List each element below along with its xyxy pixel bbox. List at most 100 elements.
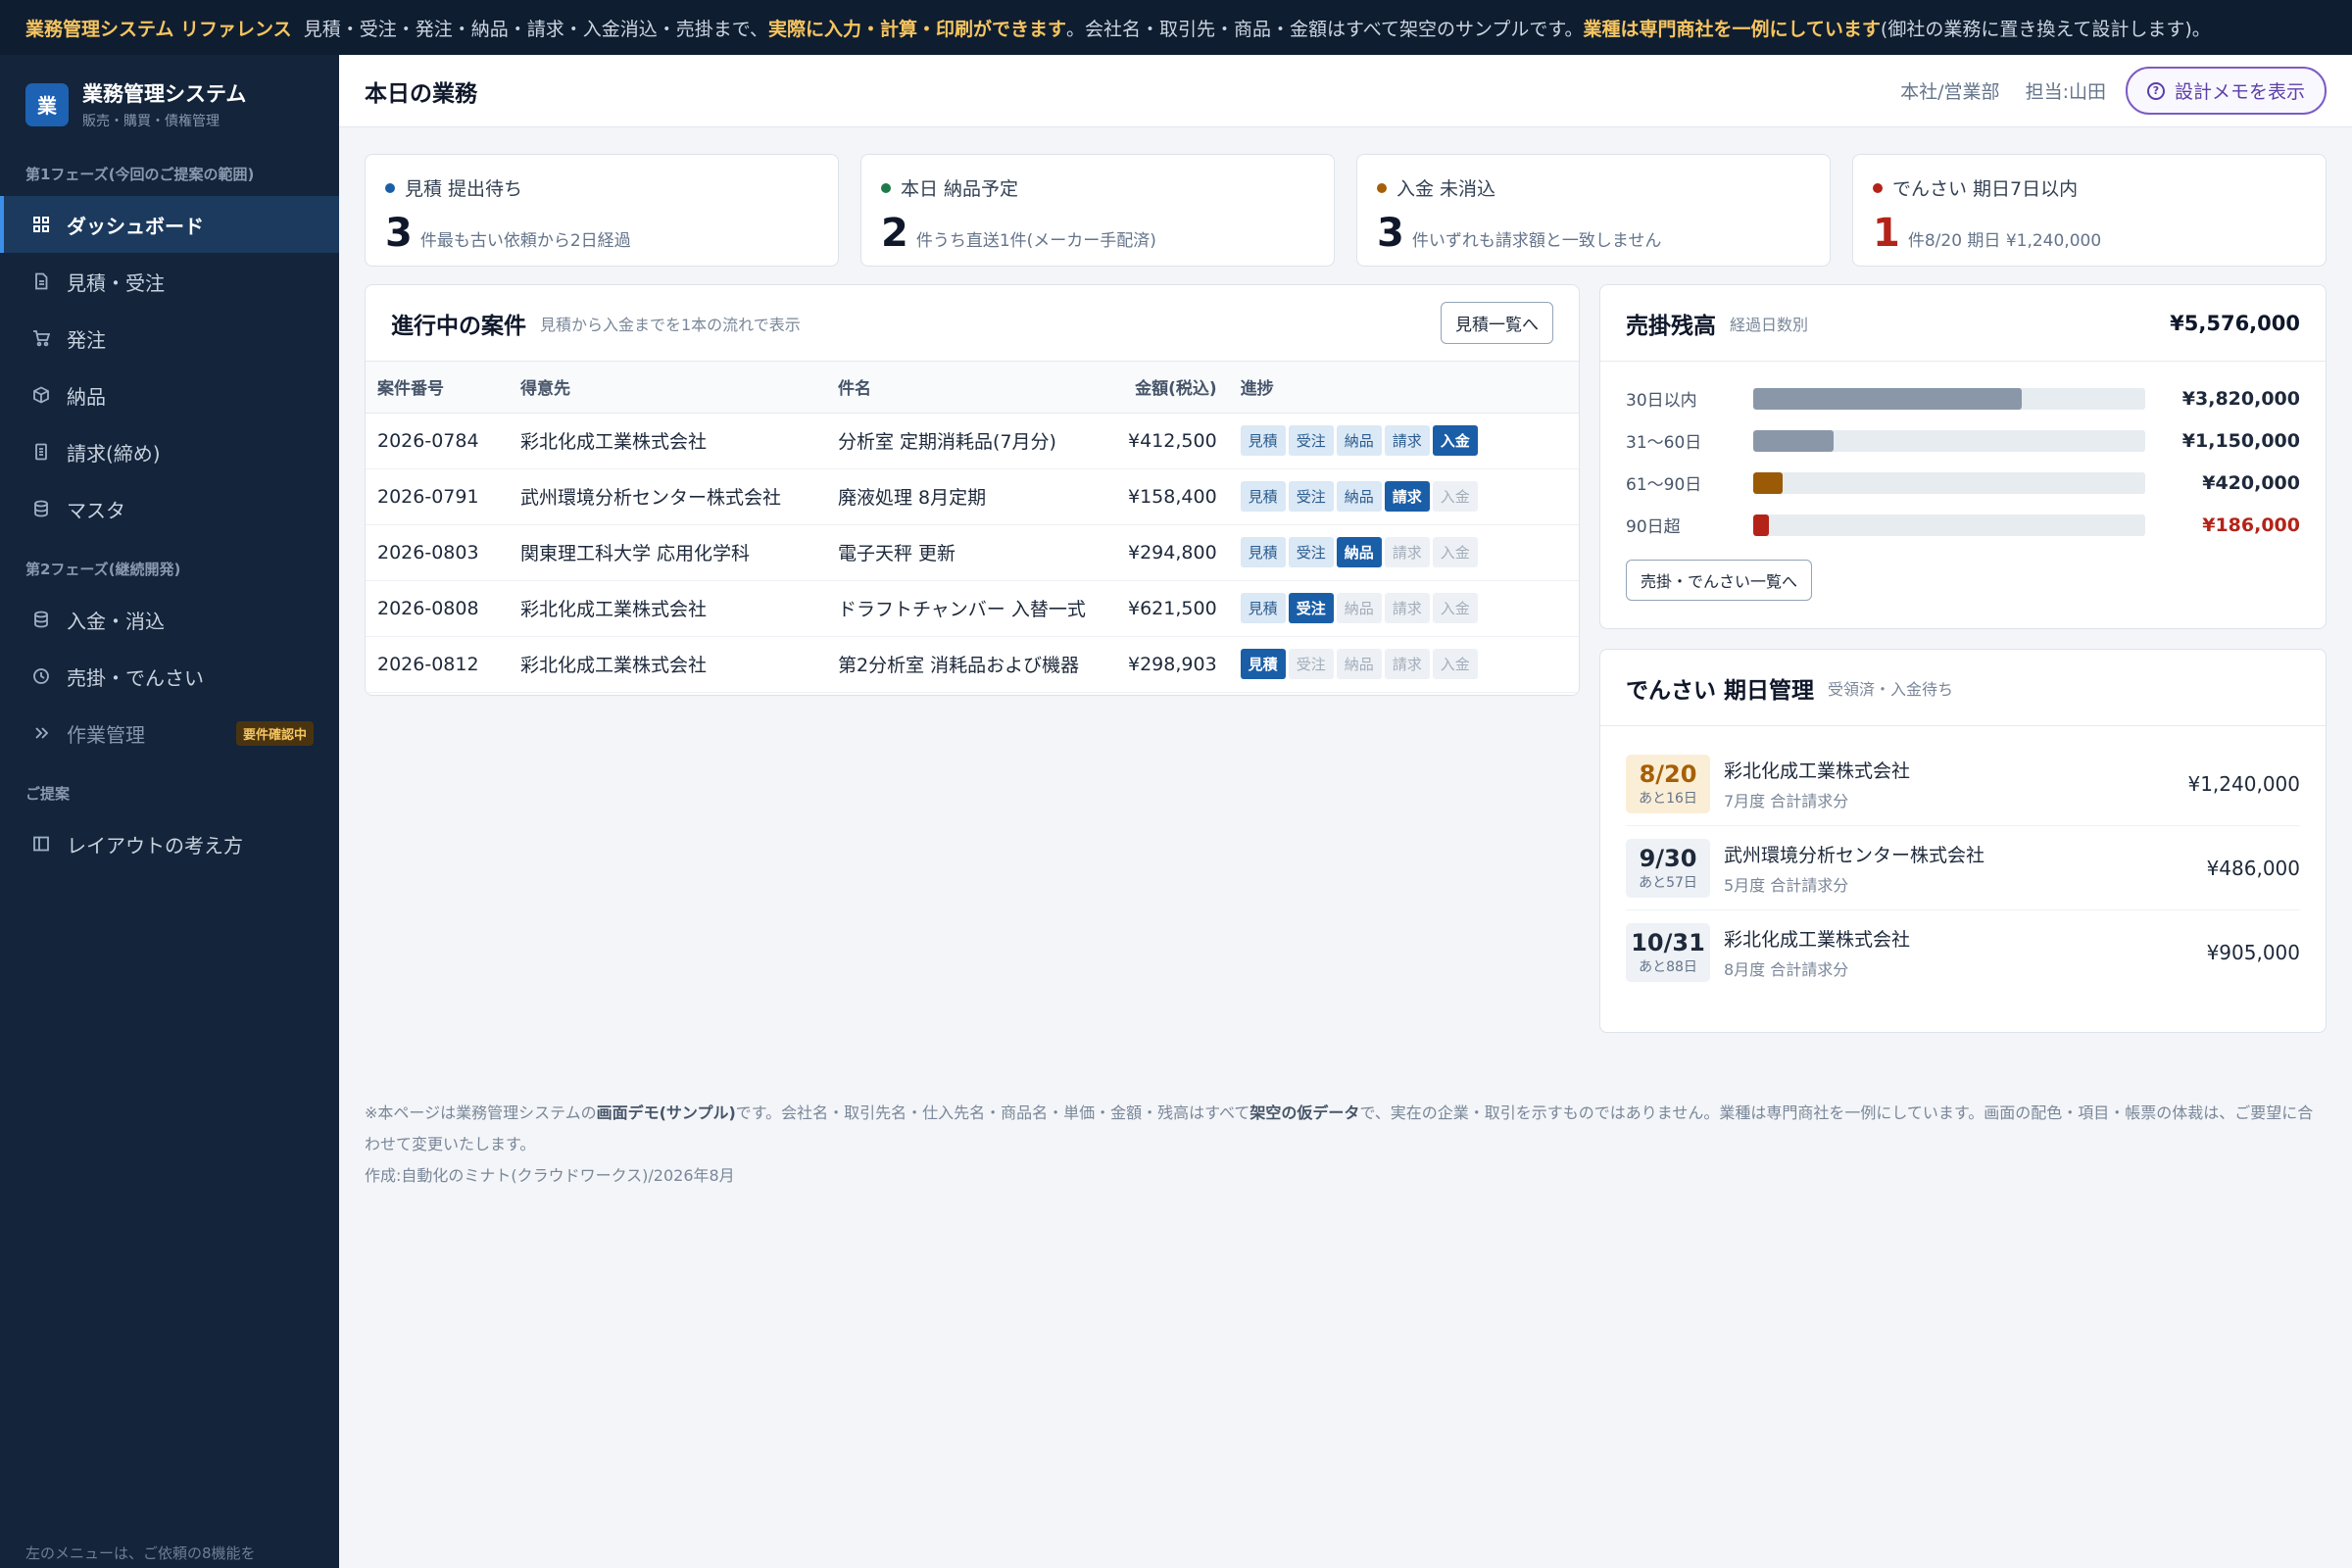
stat-card-densai-due[interactable]: でんさい 期日7日以内 1 件8/20 期日 ¥1,240,000: [1852, 154, 2327, 267]
customer-name: 武州環境分析センター株式会社: [509, 468, 826, 525]
sidebar-item-purchase[interactable]: 発注: [0, 310, 339, 367]
table-row[interactable]: 2026-0791 武州環境分析センター株式会社 廃液処理 8月定期 ¥158,400…: [366, 468, 1579, 525]
progress-step: 受注: [1288, 537, 1334, 567]
sidebar-item-delivery[interactable]: 納品: [0, 367, 339, 423]
credit: 作成:自動化のミナト(クラウドワークス)/2026年8月: [365, 1166, 735, 1185]
aging-bar-track: [1753, 514, 2145, 536]
case-number: 2026-0803: [366, 524, 509, 581]
design-memo-label: 設計メモを表示: [2174, 81, 2305, 103]
brand[interactable]: 業 業務管理システム 販売・購買・債権管理: [0, 55, 339, 158]
banner-text: (御社の業務に置き換えて設計します)。: [1880, 18, 2211, 40]
database-icon: [31, 610, 51, 629]
progress-steps: 見積 受注 納品 請求 入金: [1228, 468, 1579, 525]
receivables-list-button[interactable]: 売掛・でんさい一覧へ: [1626, 560, 1813, 601]
aging-label: 61〜90日: [1626, 475, 1702, 495]
progress-step: 受注: [1288, 425, 1334, 456]
sidebar-footer-note: 左のメニューは、ご依頼の8機能を: [25, 1544, 256, 1562]
due-amount: ¥1,240,000: [2187, 771, 2300, 796]
list-item[interactable]: 10/31 あと88日 彩北化成工業株式会社 8月度 合計請求分 ¥905,000: [1626, 910, 2300, 995]
status-badge: 要件確認中: [235, 720, 314, 746]
amount: ¥621,500: [1116, 580, 1229, 637]
progress-step: 入金: [1432, 593, 1478, 623]
sidebar-item-receivables[interactable]: 売掛・でんさい: [0, 648, 339, 705]
status-dot: [881, 182, 891, 193]
status-dot: [385, 182, 395, 193]
due-date-badge: 9/30 あと57日: [1626, 838, 1710, 898]
section-phase2: 第2フェーズ(継続開発): [25, 561, 181, 578]
list-item[interactable]: 9/30 あと57日 武州環境分析センター株式会社 5月度 合計請求分 ¥486,000: [1626, 826, 2300, 910]
due-date: 9/30: [1639, 844, 1697, 872]
due-date-badge: 8/20 あと16日: [1626, 754, 1710, 813]
progress-steps: 見積 受注 納品 請求 入金: [1228, 636, 1579, 693]
progress-step: 納品: [1336, 425, 1382, 456]
aging-bar-track: [1753, 429, 2145, 452]
progress-steps: 見積 受注 納品 請求 入金: [1228, 413, 1579, 469]
sidebar-item-label: 入金・消込: [67, 609, 165, 633]
list-item[interactable]: 8/20 あと16日 彩北化成工業株式会社 7月度 合計請求分 ¥1,240,000: [1626, 742, 2300, 826]
stat-card-deliveries[interactable]: 本日 納品予定 2 件うち直送1件(メーカー手配済): [860, 154, 1335, 267]
panel-title: でんさい 期日管理: [1626, 677, 1815, 704]
aging-label: 90日超: [1626, 517, 1681, 537]
table-row[interactable]: 2026-0812 彩北化成工業株式会社 第2分析室 消耗品および機器 ¥298,90…: [366, 636, 1579, 693]
sidebar-item-label: 発注: [67, 327, 106, 352]
stat-label: でんさい 期日7日以内: [1892, 178, 2079, 200]
progress-step: 請求: [1384, 649, 1430, 679]
receivables-total: ¥5,576,000: [2170, 311, 2300, 335]
stat-number: 3: [1377, 211, 1404, 256]
progress-step: 請求: [1384, 481, 1430, 512]
aging-value: ¥1,150,000: [2181, 429, 2300, 452]
customer-name: 彩北化成工業株式会社: [509, 580, 826, 637]
sidebar-item-work-management[interactable]: 作業管理 要件確認中: [0, 705, 339, 761]
banner-highlight: 実際に入力・計算・印刷ができます: [768, 18, 1067, 40]
sidebar-item-payment[interactable]: 入金・消込: [0, 591, 339, 648]
section-proposal: ご提案: [25, 785, 71, 803]
due-amount: ¥905,000: [2206, 941, 2300, 964]
progress-step: 受注: [1288, 649, 1334, 679]
cart-icon: [31, 328, 51, 348]
customer-name: 彩北化成工業株式会社: [509, 413, 826, 469]
sidebar-item-layout[interactable]: レイアウトの考え方: [0, 815, 339, 872]
sidebar-item-label: ダッシュボード: [67, 214, 204, 238]
column-header[interactable]: 進捗: [1228, 362, 1579, 414]
info-banner: 業務管理システム リファレンス 見積・受注・発注・納品・請求・入金消込・売掛まで…: [0, 0, 2352, 55]
brand-title: 業務管理システム: [82, 82, 247, 106]
stat-card-quotes[interactable]: 見積 提出待ち 3 件最も古い依頼から2日経過: [365, 154, 839, 267]
case-number: 2026-0812: [366, 636, 509, 693]
column-header[interactable]: 案件番号: [366, 362, 509, 414]
box-icon: [31, 385, 51, 405]
user-meta: 本社/営業部 担当:山田: [1881, 77, 2106, 104]
sidebar-item-dashboard[interactable]: ダッシュボード: [0, 196, 339, 253]
status-dot: [1873, 182, 1883, 193]
amount: ¥412,500: [1116, 413, 1229, 469]
progress-step: 納品: [1336, 649, 1382, 679]
quote-list-button[interactable]: 見積一覧へ: [1441, 302, 1553, 344]
column-header[interactable]: 件名: [826, 362, 1116, 414]
table-row[interactable]: 2026-0808 彩北化成工業株式会社 ドラフトチャンバー 入替一式 ¥621,50…: [366, 580, 1579, 637]
database-icon: [31, 499, 51, 518]
receivables-panel: 売掛残高 経過日数別 ¥5,576,000 30日以内 ¥3,820,000 31〜…: [1599, 284, 2327, 629]
footnote-emphasis: 架空の仮データ: [1250, 1103, 1360, 1122]
projects-panel: 進行中の案件 見積から入金までを1本の流れで表示 見積一覧へ 案件番号 得意先 …: [365, 284, 1580, 696]
aging-bar: [1753, 471, 1783, 494]
aging-value: ¥186,000: [2202, 514, 2300, 536]
sidebar-item-quote-order[interactable]: 見積・受注: [0, 253, 339, 310]
customer-name: 彩北化成工業株式会社: [509, 636, 826, 693]
user-name: 担当:山田: [2025, 81, 2106, 103]
banner-highlight: 業種は専門商社を一例にしています: [1583, 18, 1881, 40]
billing-description: 8月度 合計請求分: [1724, 960, 1849, 979]
due-amount: ¥486,000: [2206, 856, 2300, 880]
table-row[interactable]: 2026-0784 彩北化成工業株式会社 分析室 定期消耗品(7月分) ¥412,50…: [366, 413, 1579, 469]
design-memo-button[interactable]: ? 設計メモを表示: [2125, 67, 2327, 115]
section-phase1: 第1フェーズ(今回のご提案の範囲): [25, 166, 255, 183]
stat-card-unmatched-payments[interactable]: 入金 未消込 3 件いずれも請求額と一致しません: [1356, 154, 1831, 267]
column-header[interactable]: 金額(税込): [1116, 362, 1229, 414]
column-header[interactable]: 得意先: [509, 362, 826, 414]
sidebar-item-billing[interactable]: 請求(締め): [0, 423, 339, 480]
table-row[interactable]: 2026-0803 関東理工科大学 応用化学科 電子天秤 更新 ¥294,800 見積受…: [366, 524, 1579, 581]
sidebar-item-master[interactable]: マスタ: [0, 480, 339, 537]
stat-label: 入金 未消込: [1396, 178, 1496, 200]
banner-text: 見積・受注・発注・納品・請求・入金消込・売掛まで、: [303, 18, 769, 40]
aging-row: 31〜60日 ¥1,150,000: [1600, 419, 2326, 462]
case-number: 2026-0808: [366, 580, 509, 637]
due-date: 10/31: [1631, 929, 1705, 956]
